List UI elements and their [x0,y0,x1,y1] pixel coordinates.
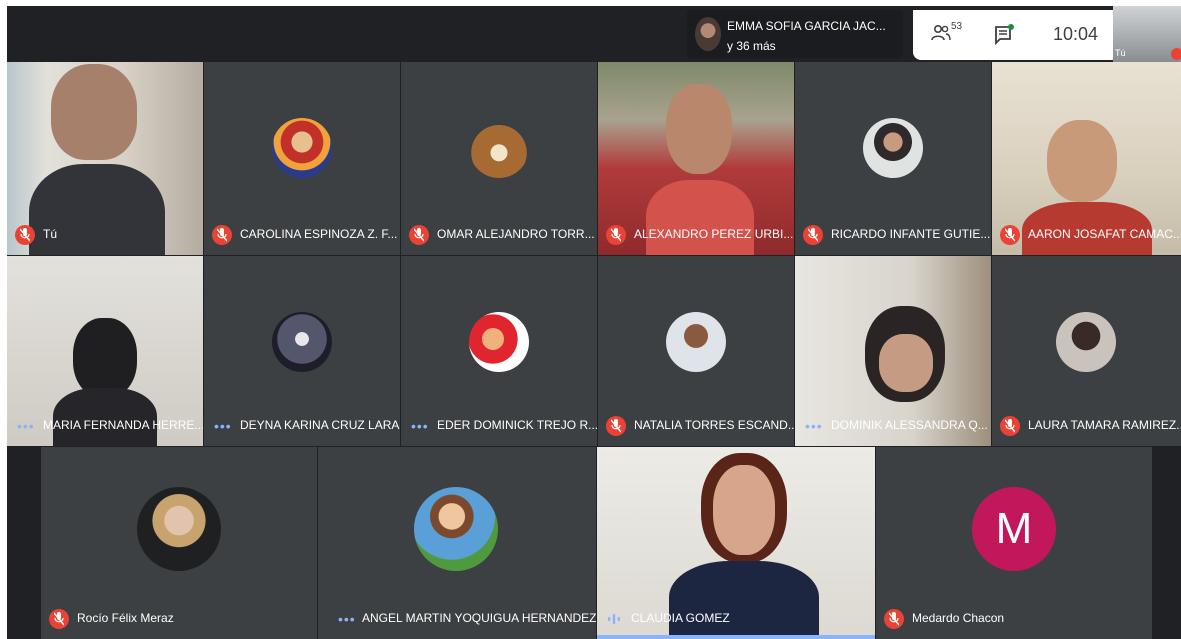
participant-name: DOMINIK ALESSANDRA Q... [831,418,988,432]
participant-name: NATALIA TORRES ESCAND... [634,418,794,432]
profile-avatar [414,487,498,571]
participant-name: RICARDO INFANTE GUTIE... [831,227,991,241]
more-options-icon[interactable]: ••• [411,419,429,433]
profile-avatar [469,118,529,178]
people-button[interactable]: 53 [931,21,965,47]
mic-off-icon [1171,48,1181,60]
people-icon [931,24,951,41]
participant-name: DEYNA KARINA CRUZ LARA [240,418,400,432]
participant-name: ALEXANDRO PEREZ URBI... [634,227,794,241]
self-thumbnail-label: Tú [1115,48,1126,58]
participant-name: AARON JOSAFAT CAMAC... [1028,227,1181,241]
initial-avatar: M [972,487,1056,571]
participant-name: CLAUDIA GOMEZ [631,611,730,625]
mic-off-icon [409,225,429,245]
participants-count: 53 [951,21,963,32]
mic-off-icon [1000,225,1020,245]
participant-name: ANGEL MARTIN YOQUIGUA HERNANDEZ [362,611,596,625]
presenter-more: y 36 más [727,39,776,53]
participant-tile[interactable]: ••• DOMINIK ALESSANDRA Q... [795,256,991,446]
participant-name: EDER DOMINICK TREJO R... [437,418,597,432]
participant-tile[interactable]: ALEXANDRO PEREZ URBI... [598,62,794,255]
clock-time: 10:04 [1053,24,1099,44]
participant-tile[interactable]: ••• DEYNA KARINA CRUZ LARA [204,256,400,446]
participant-tile[interactable]: RICARDO INFANTE GUTIE... [795,62,991,255]
participant-video [879,334,933,392]
controls-panel: 53 10:04 [913,10,1113,60]
profile-avatar [1056,312,1116,372]
participant-name: Medardo Chacon [912,611,1005,625]
chat-button[interactable] [993,24,1017,48]
participant-video [73,318,137,398]
participant-tile[interactable]: ••• EDER DOMINICK TREJO R... [401,256,597,446]
mic-off-icon [884,609,904,629]
mic-off-icon [606,416,626,436]
mic-off-icon [49,609,69,629]
participant-tile[interactable]: OMAR ALEJANDRO TORR... [401,62,597,255]
mic-off-icon [212,225,232,245]
more-options-icon[interactable]: ••• [338,612,356,626]
profile-avatar [863,118,923,178]
participant-name: OMAR ALEJANDRO TORR... [437,227,595,241]
mic-off-icon [1000,416,1020,436]
participant-tile[interactable]: NATALIA TORRES ESCAND... [598,256,794,446]
participant-tile[interactable]: CAROLINA ESPINOZA Z. F... [204,62,400,255]
participant-video [713,465,775,555]
profile-avatar [272,312,332,372]
more-options-icon[interactable]: ••• [214,419,232,433]
participant-video [51,64,137,160]
participant-tile[interactable]: M Medardo Chacon [876,447,1152,639]
participant-video [646,180,754,255]
presenter-chip[interactable]: EMMA SOFIA GARCIA JAC... y 36 más [687,10,903,58]
participant-name: LAURA TAMARA RAMIREZ... [1028,418,1181,432]
profile-avatar [469,312,529,372]
presenter-avatar [695,17,721,51]
participant-video [669,561,819,639]
mic-off-icon [803,225,823,245]
self-thumbnail[interactable]: Tú [1113,6,1181,62]
participant-name: Rocío Félix Meraz [77,611,174,625]
meet-window: EMMA SOFIA GARCIA JAC... y 36 más 53 10:… [7,6,1181,639]
profile-avatar [137,487,221,571]
participant-name: CAROLINA ESPINOZA Z. F... [240,227,398,241]
participant-name: Tú [43,227,58,241]
profile-avatar [666,312,726,372]
participant-tile[interactable]: CLAUDIA GOMEZ [597,447,875,639]
more-options-icon[interactable]: ••• [805,419,823,433]
more-options-icon[interactable]: ••• [17,419,35,433]
participant-tile[interactable]: ••• MARIA FERNANDA HERRE... [7,256,203,446]
mic-off-icon [606,225,626,245]
participant-tile[interactable]: Rocío Félix Meraz [41,447,317,639]
speaking-indicator-icon [608,614,620,624]
top-bar: EMMA SOFIA GARCIA JAC... y 36 más 53 10:… [7,6,1181,62]
presenter-name: EMMA SOFIA GARCIA JAC... [727,19,886,33]
profile-avatar [272,118,332,178]
participant-tile[interactable]: ••• ANGEL MARTIN YOQUIGUA HERNANDEZ [318,447,596,639]
chat-icon [995,24,1014,46]
participant-tile[interactable]: AARON JOSAFAT CAMAC... [992,62,1181,255]
participant-video [666,84,732,174]
participant-video [1047,120,1117,202]
active-speaker-bar [597,635,875,639]
mic-off-icon [15,225,35,245]
participant-name: MARIA FERNANDA HERRE... [43,418,203,432]
participant-tile[interactable]: LAURA TAMARA RAMIREZ... [992,256,1181,446]
participant-tile[interactable]: Tú [7,62,203,255]
